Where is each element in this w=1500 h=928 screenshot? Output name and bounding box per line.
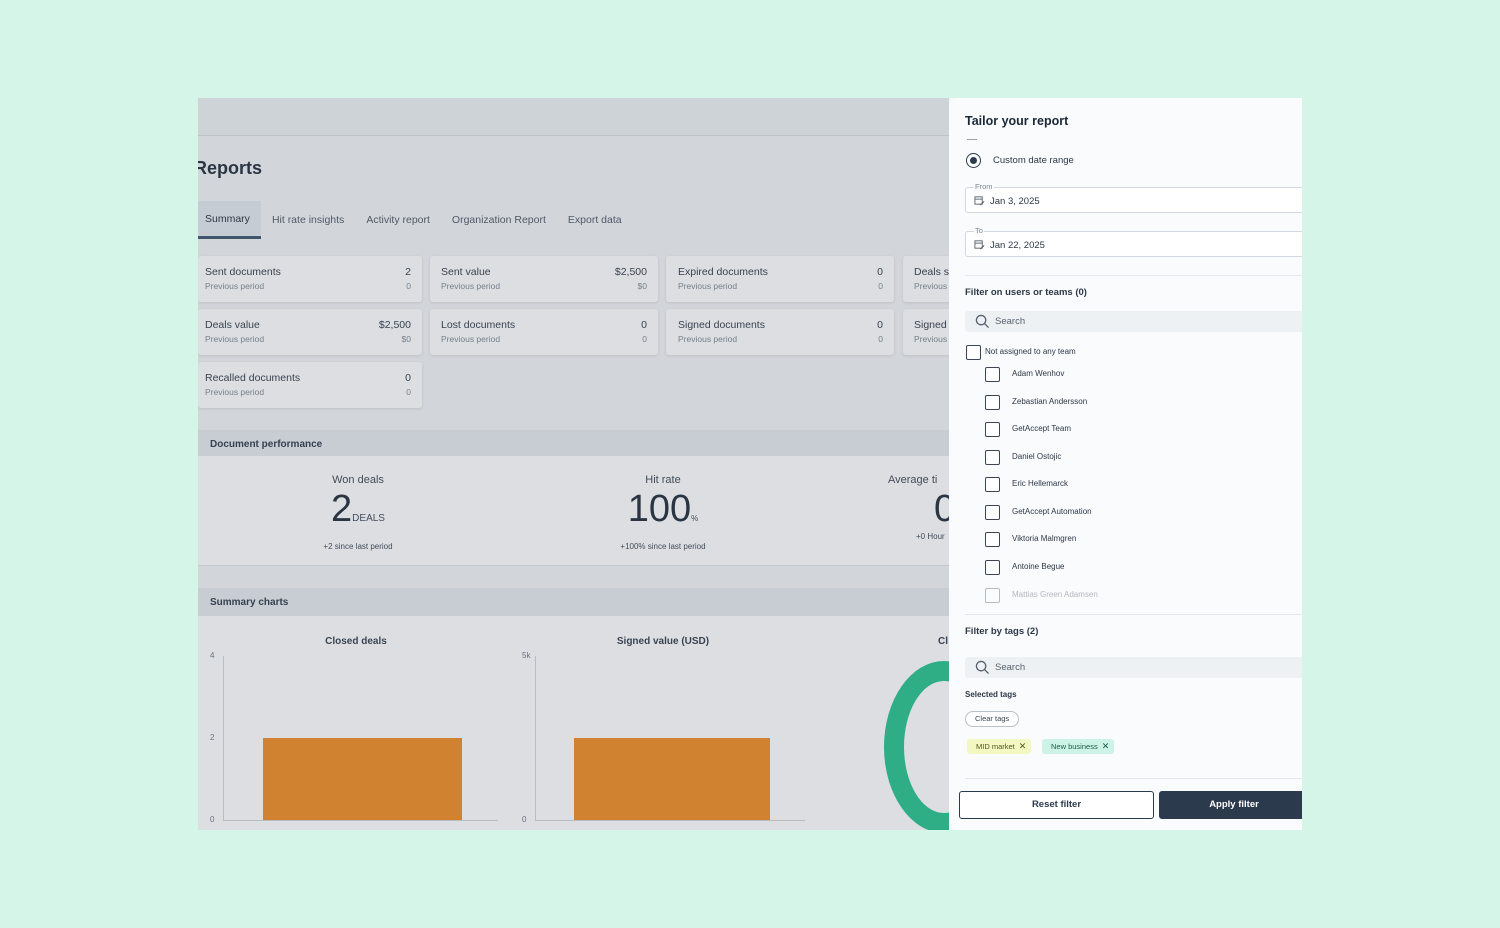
- custom-date-range-radio[interactable]: [966, 153, 981, 168]
- search-icon: [975, 314, 990, 329]
- from-date-field[interactable]: From Jan 3, 2025: [965, 182, 1302, 213]
- to-date-field[interactable]: To Jan 22, 2025: [965, 226, 1302, 257]
- divider: [965, 275, 1302, 276]
- to-label: To: [974, 226, 984, 235]
- user-label: Viktoria Malmgren: [1012, 534, 1077, 543]
- user-checkbox[interactable]: [985, 588, 1000, 603]
- remove-tag-icon[interactable]: ✕: [1102, 741, 1110, 751]
- users-teams-filter-header: Filter on users or teams (0): [965, 287, 1087, 298]
- reset-filter-button[interactable]: Reset filter: [959, 791, 1154, 819]
- from-value: Jan 3, 2025: [990, 196, 1040, 207]
- calendar-edit-icon: [974, 196, 985, 206]
- tag-label: MID market: [976, 742, 1015, 751]
- selected-tags-header: Selected tags: [965, 690, 1017, 699]
- not-assigned-checkbox[interactable]: [966, 345, 981, 360]
- calendar-edit-icon: [974, 240, 985, 250]
- apply-filter-button[interactable]: Apply filter: [1159, 791, 1302, 819]
- user-checkbox[interactable]: [985, 422, 1000, 437]
- tag-chip-new-business: New business ✕: [1042, 739, 1115, 754]
- divider: [965, 778, 1302, 779]
- user-checkbox[interactable]: [985, 450, 1000, 465]
- search-placeholder: Search: [995, 316, 1026, 327]
- not-assigned-label: Not assigned to any team: [985, 347, 1076, 356]
- tailor-report-panel: Tailor your report Custom date range Fro…: [949, 98, 1302, 830]
- user-label: Antoine Begue: [1012, 562, 1065, 571]
- user-checkbox[interactable]: [985, 367, 1000, 382]
- user-label: GetAccept Team: [1012, 424, 1071, 433]
- user-label: Daniel Ostojic: [1012, 452, 1062, 461]
- search-placeholder: Search: [995, 662, 1026, 673]
- search-icon: [975, 660, 990, 675]
- user-label: Eric Hellemarck: [1012, 479, 1069, 488]
- user-label: GetAccept Automation: [1012, 507, 1092, 516]
- tags-filter-header: Filter by tags (2): [965, 626, 1039, 637]
- user-checkbox[interactable]: [985, 477, 1000, 492]
- clear-tags-button[interactable]: Clear tags: [965, 711, 1020, 727]
- user-label: Adam Wenhov: [1012, 369, 1065, 378]
- divider: [965, 614, 1302, 615]
- user-checkbox[interactable]: [985, 560, 1000, 575]
- users-search-input[interactable]: Search: [965, 311, 1302, 332]
- reports-app: Reports Summary Hit rate insights Activi…: [198, 98, 1302, 830]
- tag-label: New business: [1051, 742, 1098, 751]
- user-label: Zebastian Andersson: [1012, 397, 1088, 406]
- user-checkbox[interactable]: [985, 395, 1000, 410]
- panel-title: Tailor your report: [965, 114, 1069, 128]
- to-value: Jan 22, 2025: [990, 240, 1045, 251]
- collapsed-option-marker: [967, 139, 977, 140]
- modal-backdrop[interactable]: [198, 98, 949, 830]
- from-label: From: [974, 182, 994, 191]
- tags-search-input[interactable]: Search: [965, 657, 1302, 678]
- tag-chip-mid-market: MID market ✕: [967, 739, 1032, 754]
- user-label: Mattias Green Adamsen: [1012, 590, 1098, 599]
- user-checkbox[interactable]: [985, 505, 1000, 520]
- custom-date-range-label: Custom date range: [993, 155, 1074, 166]
- remove-tag-icon[interactable]: ✕: [1019, 741, 1027, 751]
- user-checkbox[interactable]: [985, 532, 1000, 547]
